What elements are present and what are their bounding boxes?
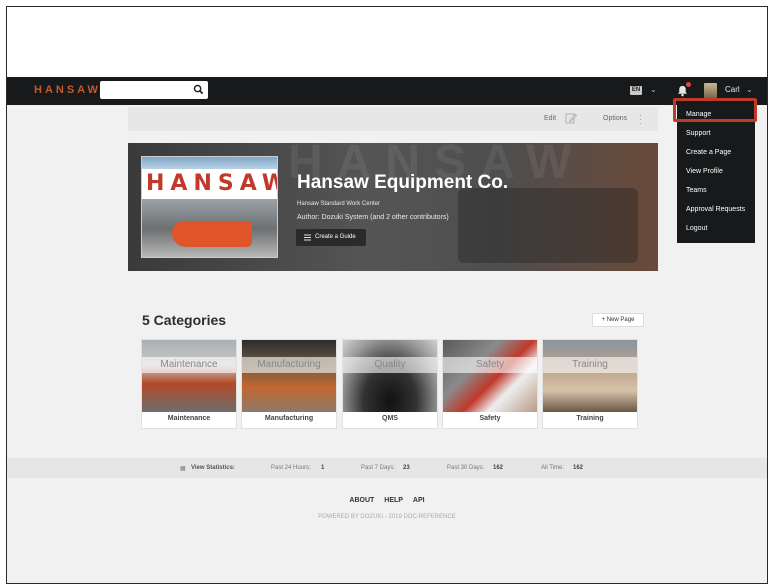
stats-label[interactable]: View Statistics: bbox=[191, 465, 235, 471]
stats-past30-value: 162 bbox=[493, 465, 504, 471]
category-card-maintenance[interactable]: Maintenance Maintenance bbox=[141, 339, 237, 429]
powered-by[interactable]: POWERED BY DOZUKI - 2019 DOC-REFERENCE bbox=[7, 514, 767, 520]
footer-link-about[interactable]: ABOUT bbox=[349, 497, 374, 504]
stats-icon: ▦ bbox=[180, 466, 186, 472]
view-statistics-bar: ▦ View Statistics: Past 24 Hours: 1 Past… bbox=[7, 458, 767, 478]
options-button[interactable]: Options bbox=[603, 115, 627, 122]
edit-button[interactable]: Edit bbox=[544, 115, 556, 122]
category-label: Manufacturing bbox=[264, 415, 314, 422]
stats-past30-label: Past 30 Days: bbox=[447, 465, 485, 471]
top-navbar: HANSAW EN ⌄ Carl ⌄ bbox=[7, 77, 767, 105]
page-toolbar: Edit Options · · · bbox=[128, 107, 658, 131]
hero-image: HANSAW bbox=[141, 156, 278, 258]
category-label: Safety bbox=[479, 415, 501, 422]
hero-image-excavator bbox=[172, 221, 252, 247]
stats-past7-label: Past 7 Days: bbox=[361, 465, 396, 471]
menu-item-view-profile[interactable]: View Profile bbox=[686, 168, 723, 175]
menu-item-logout[interactable]: Logout bbox=[686, 225, 707, 232]
category-label: Training bbox=[576, 415, 604, 422]
page-subtitle: Hansaw Standard Work Center bbox=[297, 201, 380, 207]
hero-banner: HANSAW HANSAW Hansaw Equipment Co. Hansa… bbox=[128, 143, 658, 271]
stats-past7-value: 23 bbox=[403, 465, 410, 471]
chevron-down-icon[interactable]: ⌄ bbox=[650, 85, 657, 94]
menu-item-approval-requests[interactable]: Approval Requests bbox=[686, 206, 745, 213]
avatar[interactable] bbox=[704, 83, 717, 98]
footer-link-api[interactable]: API bbox=[413, 497, 425, 504]
language-selector[interactable]: EN bbox=[630, 86, 642, 95]
manage-highlight-box bbox=[673, 98, 757, 122]
stats-alltime-label: All Time: bbox=[541, 465, 565, 471]
footer-links: ABOUT HELP API bbox=[7, 497, 767, 504]
category-band: Maintenance bbox=[142, 357, 236, 373]
site-logo[interactable]: HANSAW bbox=[34, 84, 101, 96]
category-card-manufacturing[interactable]: Manufacturing Manufacturing bbox=[241, 339, 337, 429]
guide-list-icon bbox=[304, 234, 311, 241]
search-icon[interactable] bbox=[193, 84, 204, 95]
category-band: Manufacturing bbox=[242, 357, 336, 373]
browser-frame: HANSAW EN ⌄ Carl ⌄ Edit Options · · · HA… bbox=[6, 6, 768, 584]
hero-image-brand: HANSAW bbox=[146, 171, 278, 196]
user-name[interactable]: Carl bbox=[725, 85, 740, 94]
stats-past24-value: 1 bbox=[321, 465, 325, 471]
category-label: Maintenance bbox=[167, 415, 211, 422]
menu-item-support[interactable]: Support bbox=[686, 130, 711, 137]
user-dropdown-menu: Manage Support Create a Page View Profil… bbox=[677, 103, 755, 243]
page-author[interactable]: Author: Dozuki System (and 2 other contr… bbox=[297, 214, 449, 221]
menu-item-teams[interactable]: Teams bbox=[686, 187, 707, 194]
main-content: Edit Options · · · HANSAW HANSAW Hansaw Eq… bbox=[7, 105, 767, 583]
chevron-down-icon[interactable]: ⌄ bbox=[746, 85, 753, 94]
search-input[interactable] bbox=[100, 81, 208, 99]
category-image: Quality bbox=[343, 340, 437, 412]
hero-background-image bbox=[458, 188, 638, 263]
category-card-qms[interactable]: Quality QMS bbox=[342, 339, 438, 429]
categories-heading: 5 Categories bbox=[142, 312, 227, 328]
category-image: Manufacturing bbox=[242, 340, 336, 412]
category-image: Safety bbox=[443, 340, 537, 412]
category-card-safety[interactable]: Safety Safety bbox=[442, 339, 538, 429]
footer-link-help[interactable]: HELP bbox=[384, 497, 403, 504]
stats-alltime-value: 162 bbox=[573, 465, 584, 471]
hero-image-sky bbox=[142, 157, 277, 169]
create-guide-label: Create a Guide bbox=[315, 234, 356, 240]
new-page-button[interactable]: + New Page bbox=[592, 313, 644, 327]
category-image: Maintenance bbox=[142, 340, 236, 412]
category-image: Training bbox=[543, 340, 637, 412]
category-card-training[interactable]: Training Training bbox=[542, 339, 638, 429]
stats-past24-label: Past 24 Hours: bbox=[271, 465, 311, 471]
category-label: QMS bbox=[382, 415, 398, 422]
edit-icon[interactable] bbox=[565, 112, 577, 124]
page-title: Hansaw Equipment Co. bbox=[297, 172, 509, 193]
menu-item-create-page[interactable]: Create a Page bbox=[686, 149, 731, 156]
options-icon[interactable]: · · · bbox=[639, 111, 642, 128]
notification-badge bbox=[686, 82, 691, 87]
category-band: Safety bbox=[443, 357, 537, 373]
category-band: Training bbox=[543, 357, 637, 373]
category-band: Quality bbox=[343, 357, 437, 373]
create-guide-button[interactable]: Create a Guide bbox=[296, 229, 366, 246]
